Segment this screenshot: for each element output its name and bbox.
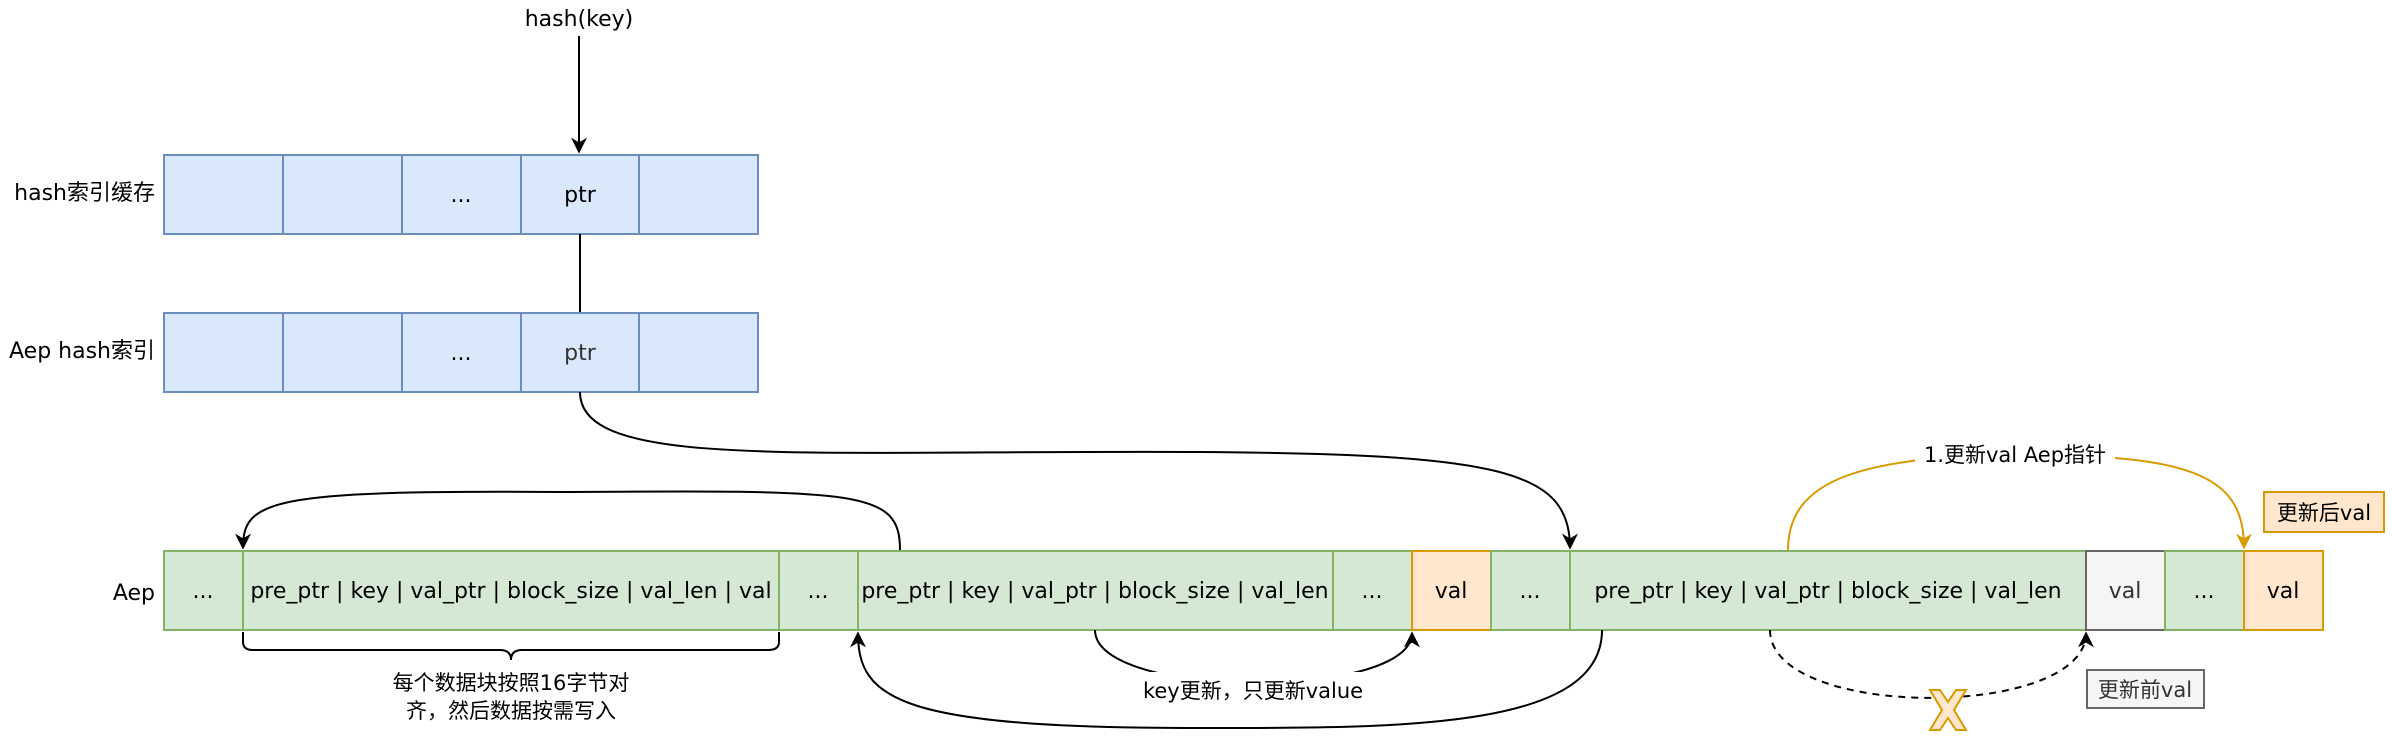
aep-index-cell-text: ptr <box>564 341 597 366</box>
old-val-dashed-link <box>1769 629 2094 699</box>
cache-cell <box>282 154 403 235</box>
update-val-ptr-label: 1.更新val Aep指针 <box>1924 443 2106 467</box>
cache-cell <box>163 154 284 235</box>
aep-cell-text: pre_ptr | key | val_ptr | block_size | v… <box>250 579 771 604</box>
alignment-note-line1: 每个数据块按照16字节对 <box>393 671 630 695</box>
aep-cell-text: ... <box>808 579 829 604</box>
aep-hash-index-row: ... ptr <box>163 312 759 393</box>
hash-key-title: hash(key) <box>525 7 634 32</box>
alignment-note-line2: 齐，然后数据按需写入 <box>406 699 616 723</box>
after-val-label: 更新后val <box>2277 501 2371 525</box>
aep-cell-text: ... <box>193 579 214 604</box>
cache-row-label: hash索引缓存 <box>14 181 155 206</box>
alignment-brace <box>242 632 780 661</box>
aep-row: ... pre_ptr | key | val_ptr | block_size… <box>163 550 2324 631</box>
cache-cell-text: ... <box>451 183 472 208</box>
key-update-label: key更新，只更新value <box>1143 679 1363 703</box>
aep-cell-text: val <box>2267 579 2300 604</box>
aep-row-label: Aep <box>113 581 155 606</box>
cache-cell <box>638 154 759 235</box>
pre-ptr-curve-top <box>235 490 901 551</box>
invalid-x-icon <box>1928 689 1968 731</box>
aep-index-cell-text: ... <box>451 341 472 366</box>
aep-index-cell <box>282 312 403 393</box>
aep-hash-index-diagram: hash(key) hash索引缓存 Aep hash索引 Aep ... pt… <box>9 7 2385 731</box>
aep-cell-text: val <box>1435 579 1468 604</box>
hash-cache-row: ... ptr <box>163 154 759 235</box>
index-to-block-curve <box>579 391 1578 550</box>
aep-cell-text: ... <box>1362 579 1383 604</box>
cache-cell-text: ptr <box>564 183 597 208</box>
aep-cell-text: pre_ptr | key | val_ptr | block_size | v… <box>1594 579 2061 604</box>
aep-cell-text: pre_ptr | key | val_ptr | block_size | v… <box>861 579 1328 604</box>
aep-index-cell <box>163 312 284 393</box>
aep-index-row-label: Aep hash索引 <box>9 339 155 364</box>
aep-index-cell <box>638 312 759 393</box>
aep-cell-text: ... <box>2194 579 2215 604</box>
before-val-label: 更新前val <box>2098 678 2192 702</box>
aep-cell-text: ... <box>1520 579 1541 604</box>
aep-cell-text: val <box>2109 579 2142 604</box>
